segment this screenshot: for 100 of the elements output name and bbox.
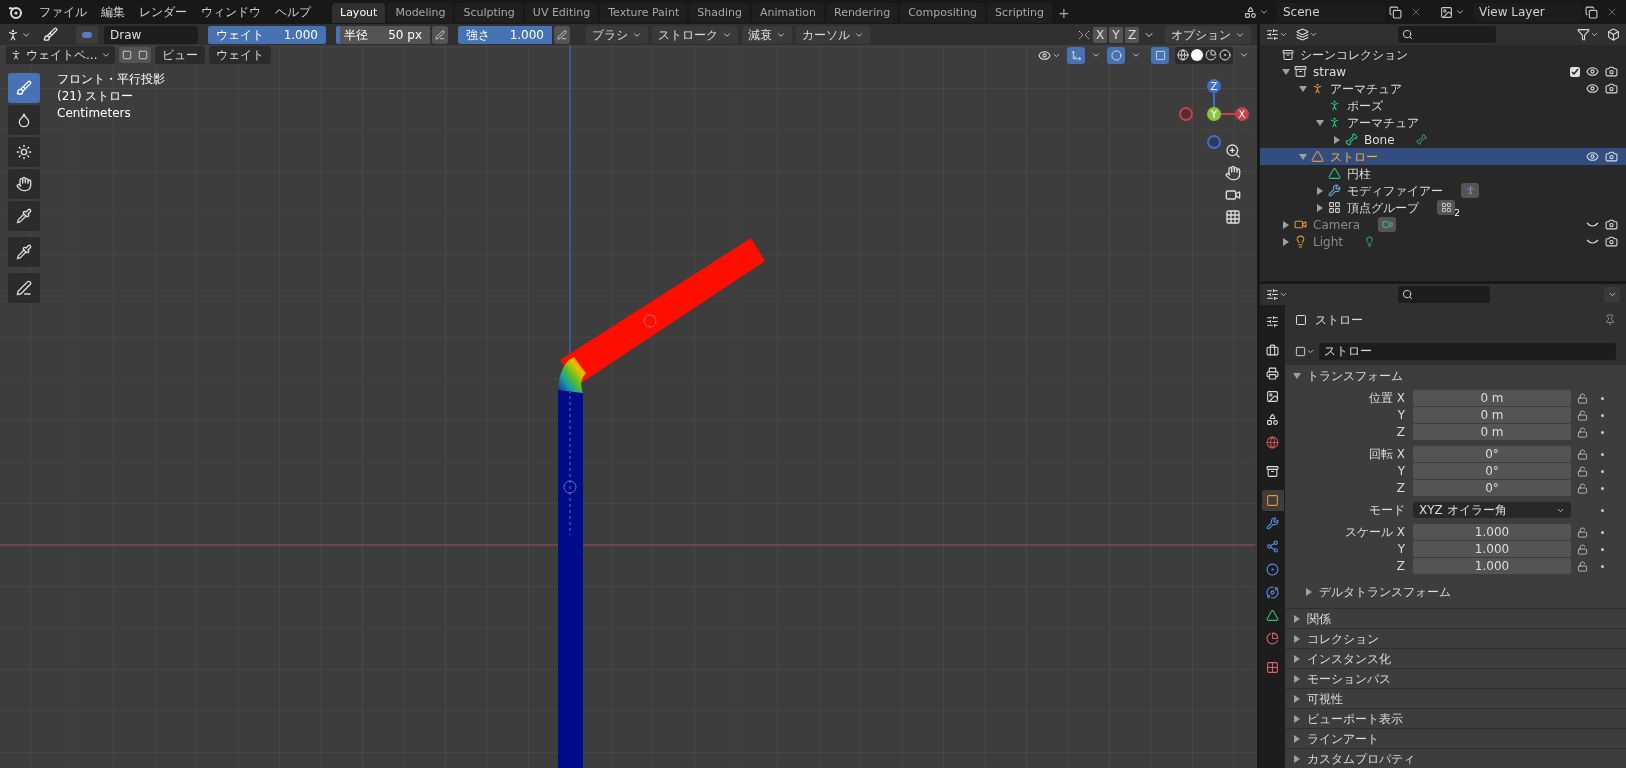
close-icon[interactable] [1410, 6, 1422, 18]
search-field[interactable] [1398, 286, 1490, 303]
tool-button[interactable] [8, 73, 40, 103]
collapsed-arrow-icon[interactable] [1293, 614, 1301, 623]
brush-preview[interactable] [76, 25, 98, 44]
new-collection-icon[interactable] [1607, 28, 1620, 41]
pin-icon[interactable] [1604, 314, 1616, 326]
outliner-row[interactable]: ストロー [1260, 148, 1626, 165]
camera-icon[interactable] [1225, 187, 1241, 203]
copy-icon[interactable] [1389, 5, 1402, 19]
workspace-tab[interactable]: Shading [689, 3, 750, 23]
lock-icon[interactable] [1577, 409, 1588, 421]
grid-icon[interactable] [1225, 209, 1241, 225]
number-field[interactable]: 1.000 [1413, 558, 1571, 574]
camera-icon[interactable] [1605, 82, 1618, 95]
collapsed-arrow-icon[interactable] [1282, 220, 1290, 229]
eye-icon[interactable] [1586, 150, 1599, 163]
editor-type-selector[interactable] [1266, 28, 1288, 41]
number-field[interactable]: 1.000 [1413, 524, 1571, 540]
brush-icon[interactable] [43, 27, 58, 42]
workspace-tab[interactable]: UV Editing [524, 3, 599, 23]
axis-toggle[interactable]: Z [1125, 26, 1139, 43]
eye-icon[interactable] [1586, 82, 1599, 95]
dropdown-menu[interactable]: 減衰 [742, 25, 792, 44]
workspace-tab[interactable]: Animation [751, 3, 824, 23]
mask-toggle[interactable] [135, 47, 152, 63]
lock-icon[interactable] [1577, 526, 1588, 538]
number-field[interactable]: 0° [1413, 446, 1571, 462]
lock-icon[interactable] [1577, 465, 1588, 477]
name-field[interactable]: ストロー [1319, 342, 1616, 360]
editor-type-selector[interactable] [1266, 288, 1288, 301]
filter-dropdown[interactable] [1577, 28, 1599, 41]
expanded-arrow-icon[interactable] [1299, 84, 1307, 93]
workspace-tab[interactable]: Modeling [387, 3, 454, 23]
menu-item[interactable]: ファイル [32, 3, 94, 21]
menu-item[interactable]: 編集 [94, 3, 132, 21]
mode-dropdown[interactable]: XYZ オイラー角 [1413, 502, 1571, 518]
outliner-row[interactable]: Bone [1260, 131, 1626, 148]
visibility-dropdown[interactable] [1038, 48, 1061, 62]
tool-button[interactable] [8, 137, 40, 167]
collapsed-arrow-icon[interactable] [1293, 714, 1301, 723]
slider-field[interactable]: 半径 50 px [336, 25, 430, 44]
menu-item[interactable]: ヘルプ [268, 3, 318, 21]
expanded-arrow-icon[interactable] [1293, 372, 1301, 380]
properties-tab[interactable] [1261, 490, 1284, 511]
collapsed-arrow-icon[interactable] [1316, 203, 1324, 212]
mode-dropdown[interactable]: ウェイトペ... [6, 46, 116, 64]
number-field[interactable]: 0 m [1413, 407, 1571, 423]
zoom-icon[interactable] [1225, 143, 1241, 159]
chevron-down-icon[interactable] [1091, 50, 1101, 60]
camera-icon[interactable] [1605, 218, 1618, 231]
outliner-row[interactable]: モディファイアー [1260, 182, 1626, 199]
workspace-tab[interactable]: Texture Paint [600, 3, 688, 23]
header-menu[interactable]: ビュー [155, 46, 206, 64]
outliner-row[interactable]: ポーズ [1260, 97, 1626, 114]
tool-button[interactable] [8, 237, 40, 267]
data-badge[interactable] [1378, 217, 1397, 232]
outliner-row[interactable]: Light [1260, 233, 1626, 250]
scene-field[interactable]: Scene [1277, 2, 1385, 22]
axis-toggle[interactable]: Y [1109, 26, 1123, 43]
outliner-row[interactable]: 円柱 [1260, 165, 1626, 182]
number-field[interactable]: 0° [1413, 463, 1571, 479]
collapsed-arrow-icon[interactable] [1293, 754, 1301, 763]
workspace-tab[interactable]: Sculpting [455, 3, 523, 23]
dropdown-menu[interactable]: ストローク [652, 25, 738, 44]
tool-selector[interactable] [6, 27, 31, 42]
dropdown-menu[interactable]: ブラシ [586, 25, 648, 44]
collapsed-arrow-icon[interactable] [1316, 186, 1324, 195]
lock-icon[interactable] [1577, 448, 1588, 460]
dropdown-menu[interactable]: カーソル [796, 25, 870, 44]
gizmo-negative-x-handle[interactable] [1179, 107, 1193, 121]
lock-icon[interactable] [1577, 392, 1588, 404]
view-layer-selector[interactable] [1440, 5, 1465, 19]
copy-icon[interactable] [1585, 5, 1598, 19]
camera-icon[interactable] [1605, 150, 1618, 163]
outliner-row[interactable]: Camera [1260, 216, 1626, 233]
workspace-tab[interactable]: Rendering [826, 3, 899, 23]
view-layer-field[interactable]: View Layer [1473, 2, 1581, 22]
chevron-down-icon[interactable] [1239, 50, 1249, 60]
gizmo-z-handle[interactable]: Z [1207, 79, 1221, 93]
options-dropdown[interactable]: オプション [1165, 25, 1251, 44]
object-type-selector[interactable] [1295, 345, 1315, 357]
pressure-toggle[interactable] [432, 25, 448, 44]
collapsed-arrow-icon[interactable] [1282, 237, 1290, 246]
camera-icon[interactable] [1605, 235, 1618, 248]
chevron-down-icon[interactable] [1131, 50, 1141, 60]
lock-icon[interactable] [1577, 560, 1588, 572]
gizmo-negative-z-handle[interactable] [1207, 135, 1221, 149]
expanded-arrow-icon[interactable] [1316, 118, 1324, 127]
panel-title[interactable]: トランスフォーム [1307, 367, 1403, 385]
number-field[interactable]: 1.000 [1413, 541, 1571, 557]
workspace-tab[interactable]: Layout [332, 3, 386, 23]
tool-button[interactable] [8, 105, 40, 135]
subpanel-title[interactable]: デルタトランスフォーム [1319, 583, 1451, 601]
collapsed-arrow-icon[interactable] [1293, 694, 1301, 703]
tool-button[interactable] [8, 273, 40, 303]
menu-item[interactable]: ウィンドウ [194, 3, 268, 21]
axis-toggle[interactable]: X [1093, 26, 1107, 43]
close-icon[interactable] [1606, 6, 1618, 18]
workspace-tab[interactable]: Scripting [987, 3, 1053, 23]
